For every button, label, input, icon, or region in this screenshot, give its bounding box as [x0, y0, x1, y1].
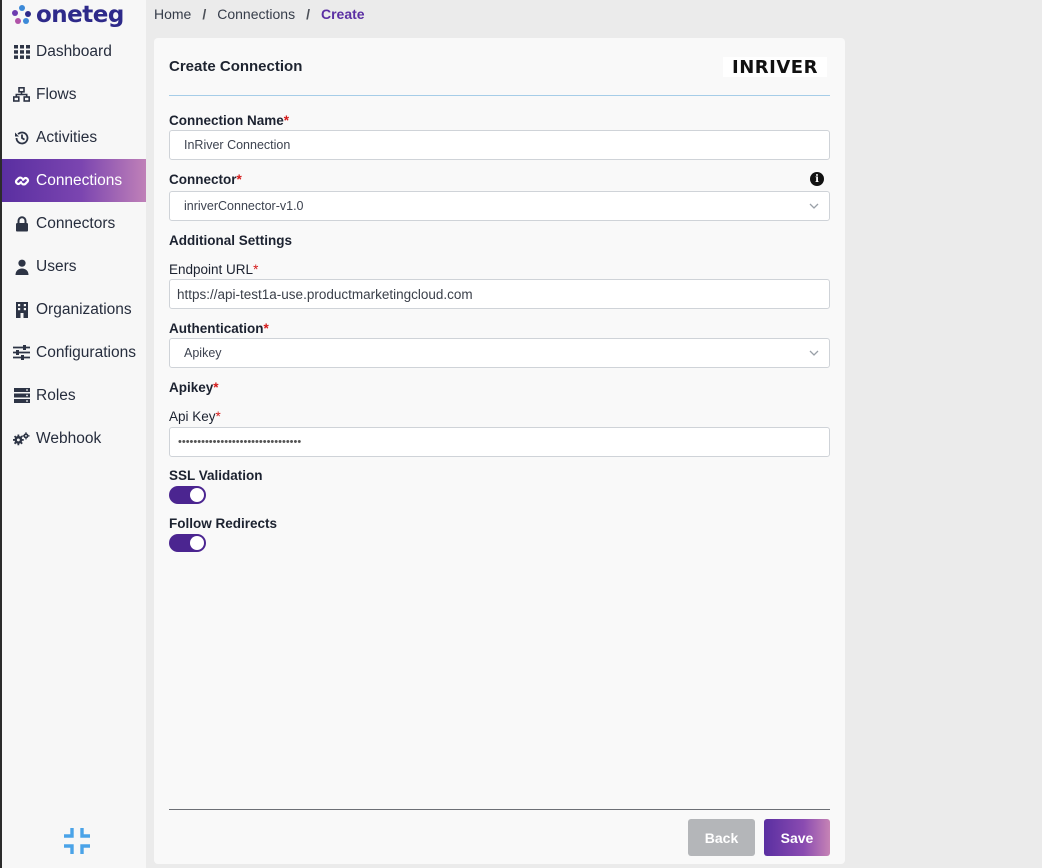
back-button[interactable]: Back	[688, 819, 755, 856]
logo-text: oneteg	[36, 2, 124, 28]
connection-name-label: Connection Name*	[169, 113, 290, 128]
svg-text:INRIVER: INRIVER	[732, 57, 818, 77]
logo[interactable]: oneteg	[12, 2, 124, 28]
endpoint-url-input[interactable]: https://api-test1a-use.productmarketingc…	[169, 279, 830, 309]
grid-icon	[13, 43, 30, 60]
sliders-icon	[13, 344, 30, 361]
sidebar-item-connections[interactable]: Connections	[2, 159, 146, 202]
sidebar-item-label: Configurations	[36, 343, 136, 361]
sidebar-item-label: Users	[36, 257, 77, 275]
header-divider	[169, 95, 830, 96]
server-icon	[13, 387, 30, 404]
follow-redirects-toggle[interactable]	[169, 534, 206, 552]
footer-divider	[169, 809, 830, 810]
ssl-validation-toggle[interactable]	[169, 486, 206, 504]
sitemap-icon	[13, 86, 30, 103]
sidebar-item-label: Roles	[36, 386, 76, 404]
sidebar-item-activities[interactable]: Activities	[2, 116, 146, 159]
sidebar-item-roles[interactable]: Roles	[2, 374, 146, 417]
link-icon	[13, 172, 30, 189]
apikey-section-heading: Apikey*	[169, 380, 219, 395]
sidebar-item-label: Organizations	[36, 300, 132, 318]
info-icon[interactable]: i	[810, 172, 824, 186]
sidebar-item-users[interactable]: Users	[2, 245, 146, 288]
breadcrumb-home[interactable]: Home	[154, 6, 191, 22]
breadcrumb-current: Create	[320, 6, 365, 22]
sidebar-item-webhook[interactable]: Webhook	[2, 417, 146, 460]
connector-select[interactable]: inriverConnector-v1.0	[169, 191, 830, 221]
sidebar-item-dashboard[interactable]: Dashboard	[2, 30, 146, 73]
save-button[interactable]: Save	[764, 819, 830, 856]
chevron-down-icon	[809, 350, 819, 356]
breadcrumb: Home / Connections / Create	[154, 6, 365, 22]
chevron-down-icon	[809, 203, 819, 209]
building-icon	[13, 301, 30, 318]
sidebar-item-flows[interactable]: Flows	[2, 73, 146, 116]
collapse-sidebar-icon[interactable]	[62, 826, 92, 856]
sidebar-item-label: Dashboard	[36, 42, 112, 60]
gears-icon	[13, 430, 30, 447]
api-key-label: Api Key*	[169, 409, 221, 424]
history-icon	[13, 129, 30, 146]
authentication-select[interactable]: Apikey	[169, 338, 830, 368]
page-title: Create Connection	[169, 58, 303, 75]
sidebar-item-label: Webhook	[36, 429, 102, 447]
sidebar-item-label: Activities	[36, 128, 98, 146]
sidebar-nav: Dashboard Flows Activities Connections C…	[2, 30, 146, 460]
connection-name-input[interactable]: InRiver Connection	[169, 130, 830, 160]
lock-icon	[13, 215, 30, 232]
api-key-input[interactable]: ••••••••••••••••••••••••••••••••	[169, 427, 830, 457]
sidebar-item-label: Flows	[36, 85, 77, 103]
breadcrumb-connections[interactable]: Connections	[217, 6, 295, 22]
sidebar-item-connectors[interactable]: Connectors	[2, 202, 146, 245]
sidebar-item-label: Connectors	[36, 214, 116, 232]
sidebar-item-configurations[interactable]: Configurations	[2, 331, 146, 374]
logo-icon	[12, 5, 32, 25]
sidebar: oneteg Dashboard Flows Activities Connec…	[0, 0, 146, 868]
create-connection-card: Create Connection INRIVER Connection Nam…	[154, 38, 845, 864]
connector-label: Connector*	[169, 172, 242, 187]
follow-redirects-label: Follow Redirects	[169, 516, 278, 531]
sidebar-item-label: Connections	[36, 171, 123, 189]
sidebar-item-organizations[interactable]: Organizations	[2, 288, 146, 331]
endpoint-url-label: Endpoint URL*	[169, 262, 259, 277]
ssl-validation-label: SSL Validation	[169, 468, 263, 483]
authentication-label: Authentication*	[169, 321, 269, 336]
inriver-logo: INRIVER	[723, 57, 827, 77]
additional-settings-heading: Additional Settings	[169, 233, 292, 248]
user-icon	[13, 258, 30, 275]
